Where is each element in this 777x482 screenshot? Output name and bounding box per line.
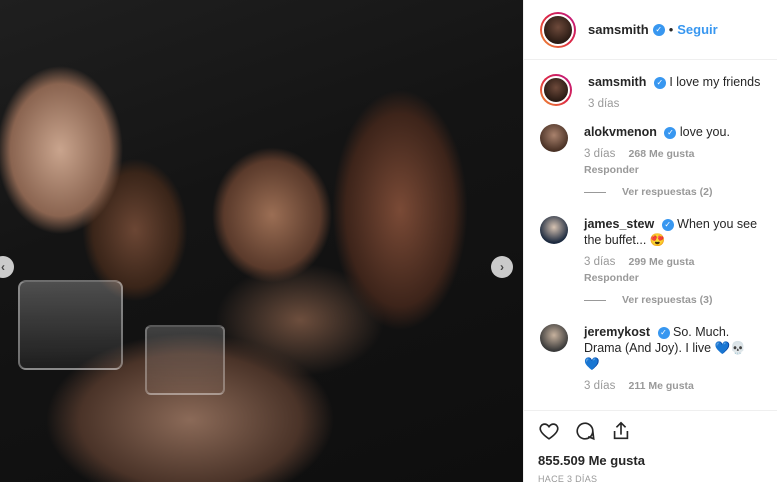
heart-icon[interactable] xyxy=(538,420,560,442)
caption: samsmith ✓ I love my friends 3 días xyxy=(540,74,761,110)
comment-time[interactable]: 3 días xyxy=(584,256,615,268)
glass-decoration-2 xyxy=(145,325,225,395)
avatar[interactable] xyxy=(540,11,576,48)
share-icon[interactable] xyxy=(610,420,632,442)
header-username[interactable]: samsmith xyxy=(588,22,649,37)
comment-item: james_stew ✓ When you see the buffet... … xyxy=(540,216,761,284)
view-replies-label: Ver respuestas (3) xyxy=(622,294,713,306)
caption-text: I love my friends xyxy=(669,75,761,89)
verified-badge-icon: ✓ xyxy=(664,126,677,139)
chevron-left-icon[interactable]: ‹ xyxy=(0,256,14,278)
comment-time[interactable]: 3 días xyxy=(584,380,615,392)
avatar[interactable] xyxy=(540,324,568,352)
comment-username[interactable]: jeremykost xyxy=(584,325,650,339)
avatar[interactable] xyxy=(540,74,572,106)
glass-decoration xyxy=(18,280,123,370)
replies-divider xyxy=(584,191,606,193)
comment-likes[interactable]: 299 Me gusta xyxy=(629,256,695,268)
separator-dot: • xyxy=(668,22,674,37)
comment-likes[interactable]: 211 Me gusta xyxy=(629,380,694,392)
avatar[interactable] xyxy=(540,124,568,152)
comment-item: jeremykost ✓ So. Much. Drama (And Joy). … xyxy=(540,324,761,392)
comment-likes[interactable]: 268 Me gusta xyxy=(629,148,695,160)
view-replies-label: Ver respuestas (2) xyxy=(622,186,713,198)
follow-button[interactable]: Seguir xyxy=(677,22,717,37)
post-actions: 855.509 Me gusta HACE 3 DÍAS xyxy=(524,410,777,482)
comment-username[interactable]: alokvmenon xyxy=(584,125,657,139)
post-photo[interactable]: ‹ › xyxy=(0,0,523,482)
caption-time[interactable]: 3 días xyxy=(588,98,760,110)
verified-badge-icon: ✓ xyxy=(652,23,665,36)
view-replies-button[interactable]: Ver respuestas (2) xyxy=(584,186,761,198)
avatar[interactable] xyxy=(540,216,568,244)
comment-text: love you. xyxy=(679,125,730,139)
replies-divider xyxy=(584,299,606,301)
verified-badge-icon: ✓ xyxy=(661,218,674,231)
comments-list[interactable]: samsmith ✓ I love my friends 3 días alok… xyxy=(524,60,777,410)
posted-time[interactable]: HACE 3 DÍAS xyxy=(538,474,763,482)
likes-count[interactable]: 855.509 Me gusta xyxy=(538,453,763,468)
view-replies-button[interactable]: Ver respuestas (3) xyxy=(584,294,761,306)
comment-username[interactable]: james_stew xyxy=(584,217,654,231)
comment-time[interactable]: 3 días xyxy=(584,148,615,160)
verified-badge-icon: ✓ xyxy=(657,326,670,339)
reply-button[interactable]: Responder xyxy=(584,164,730,176)
post-side-panel: samsmith ✓ • Seguir samsmith ✓ I love my… xyxy=(523,0,777,482)
verified-badge-icon: ✓ xyxy=(653,76,666,89)
chevron-right-icon[interactable]: › xyxy=(491,256,513,278)
caption-username[interactable]: samsmith xyxy=(588,75,646,89)
comment-item: alokvmenon ✓ love you. 3 días 268 Me gus… xyxy=(540,124,761,176)
post-header: samsmith ✓ • Seguir xyxy=(524,0,777,60)
reply-button[interactable]: Responder xyxy=(584,272,761,284)
comment-icon[interactable] xyxy=(574,420,596,442)
post-modal: ‹ › samsmith ✓ • Seguir samsmith ✓ I lov… xyxy=(0,0,777,482)
